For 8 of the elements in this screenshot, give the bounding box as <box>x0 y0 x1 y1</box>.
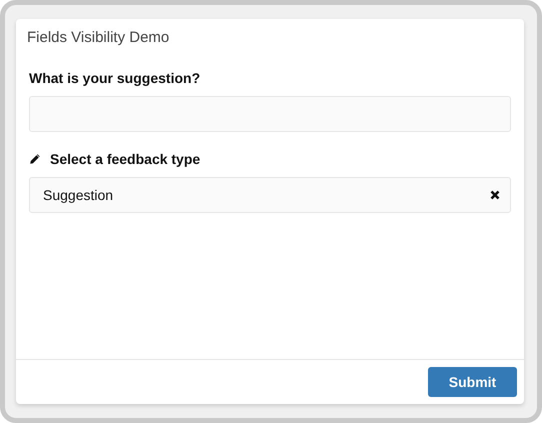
window-title: Fields Visibility Demo <box>26 28 170 48</box>
submit-button[interactable]: Submit <box>428 367 517 397</box>
feedback-type-select[interactable]: Suggestion <box>29 177 511 213</box>
field-label: Select a feedback type <box>50 150 200 166</box>
field-label: What is your suggestion? <box>29 70 200 86</box>
pencil-icon <box>29 152 41 164</box>
clear-icon[interactable] <box>490 190 500 200</box>
suggestion-input[interactable] <box>29 96 511 132</box>
